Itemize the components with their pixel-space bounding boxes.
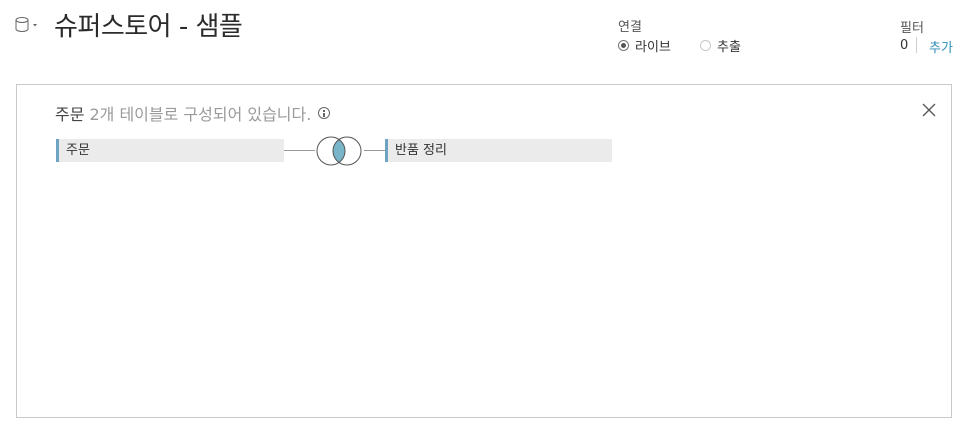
canvas-description: 주문 2개 테이블로 구성되어 있습니다. [55, 101, 331, 125]
info-icon[interactable] [318, 107, 331, 119]
inner-join-icon[interactable] [314, 136, 364, 166]
filters-label: 필터 [900, 21, 924, 36]
datasource-icon[interactable] [14, 15, 40, 35]
table-orders[interactable]: 주문 [56, 139, 284, 162]
radio-selected-icon[interactable] [618, 40, 629, 51]
data-model-canvas: 주문 2개 테이블로 구성되어 있습니다. 주문 반품 정리 [16, 84, 952, 418]
add-filter-link[interactable]: 추가 [929, 37, 953, 56]
close-icon[interactable] [922, 102, 936, 117]
page-title[interactable]: 슈퍼스토어 - 샘플 [54, 6, 243, 43]
join-connector-right [364, 150, 385, 151]
radio-extract-label: 추출 [717, 40, 741, 55]
join-connector-left [284, 150, 315, 151]
connection-label: 연결 [618, 20, 642, 35]
radio-extract[interactable]: 추출 [700, 36, 741, 55]
description-text: 2개 테이블로 구성되어 있습니다. [89, 105, 312, 124]
radio-live-label: 라이브 [635, 40, 671, 55]
description-table-name: 주문 [55, 105, 85, 124]
table-returns[interactable]: 반품 정리 [385, 139, 612, 162]
filters-divider [916, 37, 917, 53]
radio-unselected-icon[interactable] [700, 40, 711, 51]
radio-live[interactable]: 라이브 [618, 36, 671, 55]
filters-count: 0 [900, 38, 909, 53]
